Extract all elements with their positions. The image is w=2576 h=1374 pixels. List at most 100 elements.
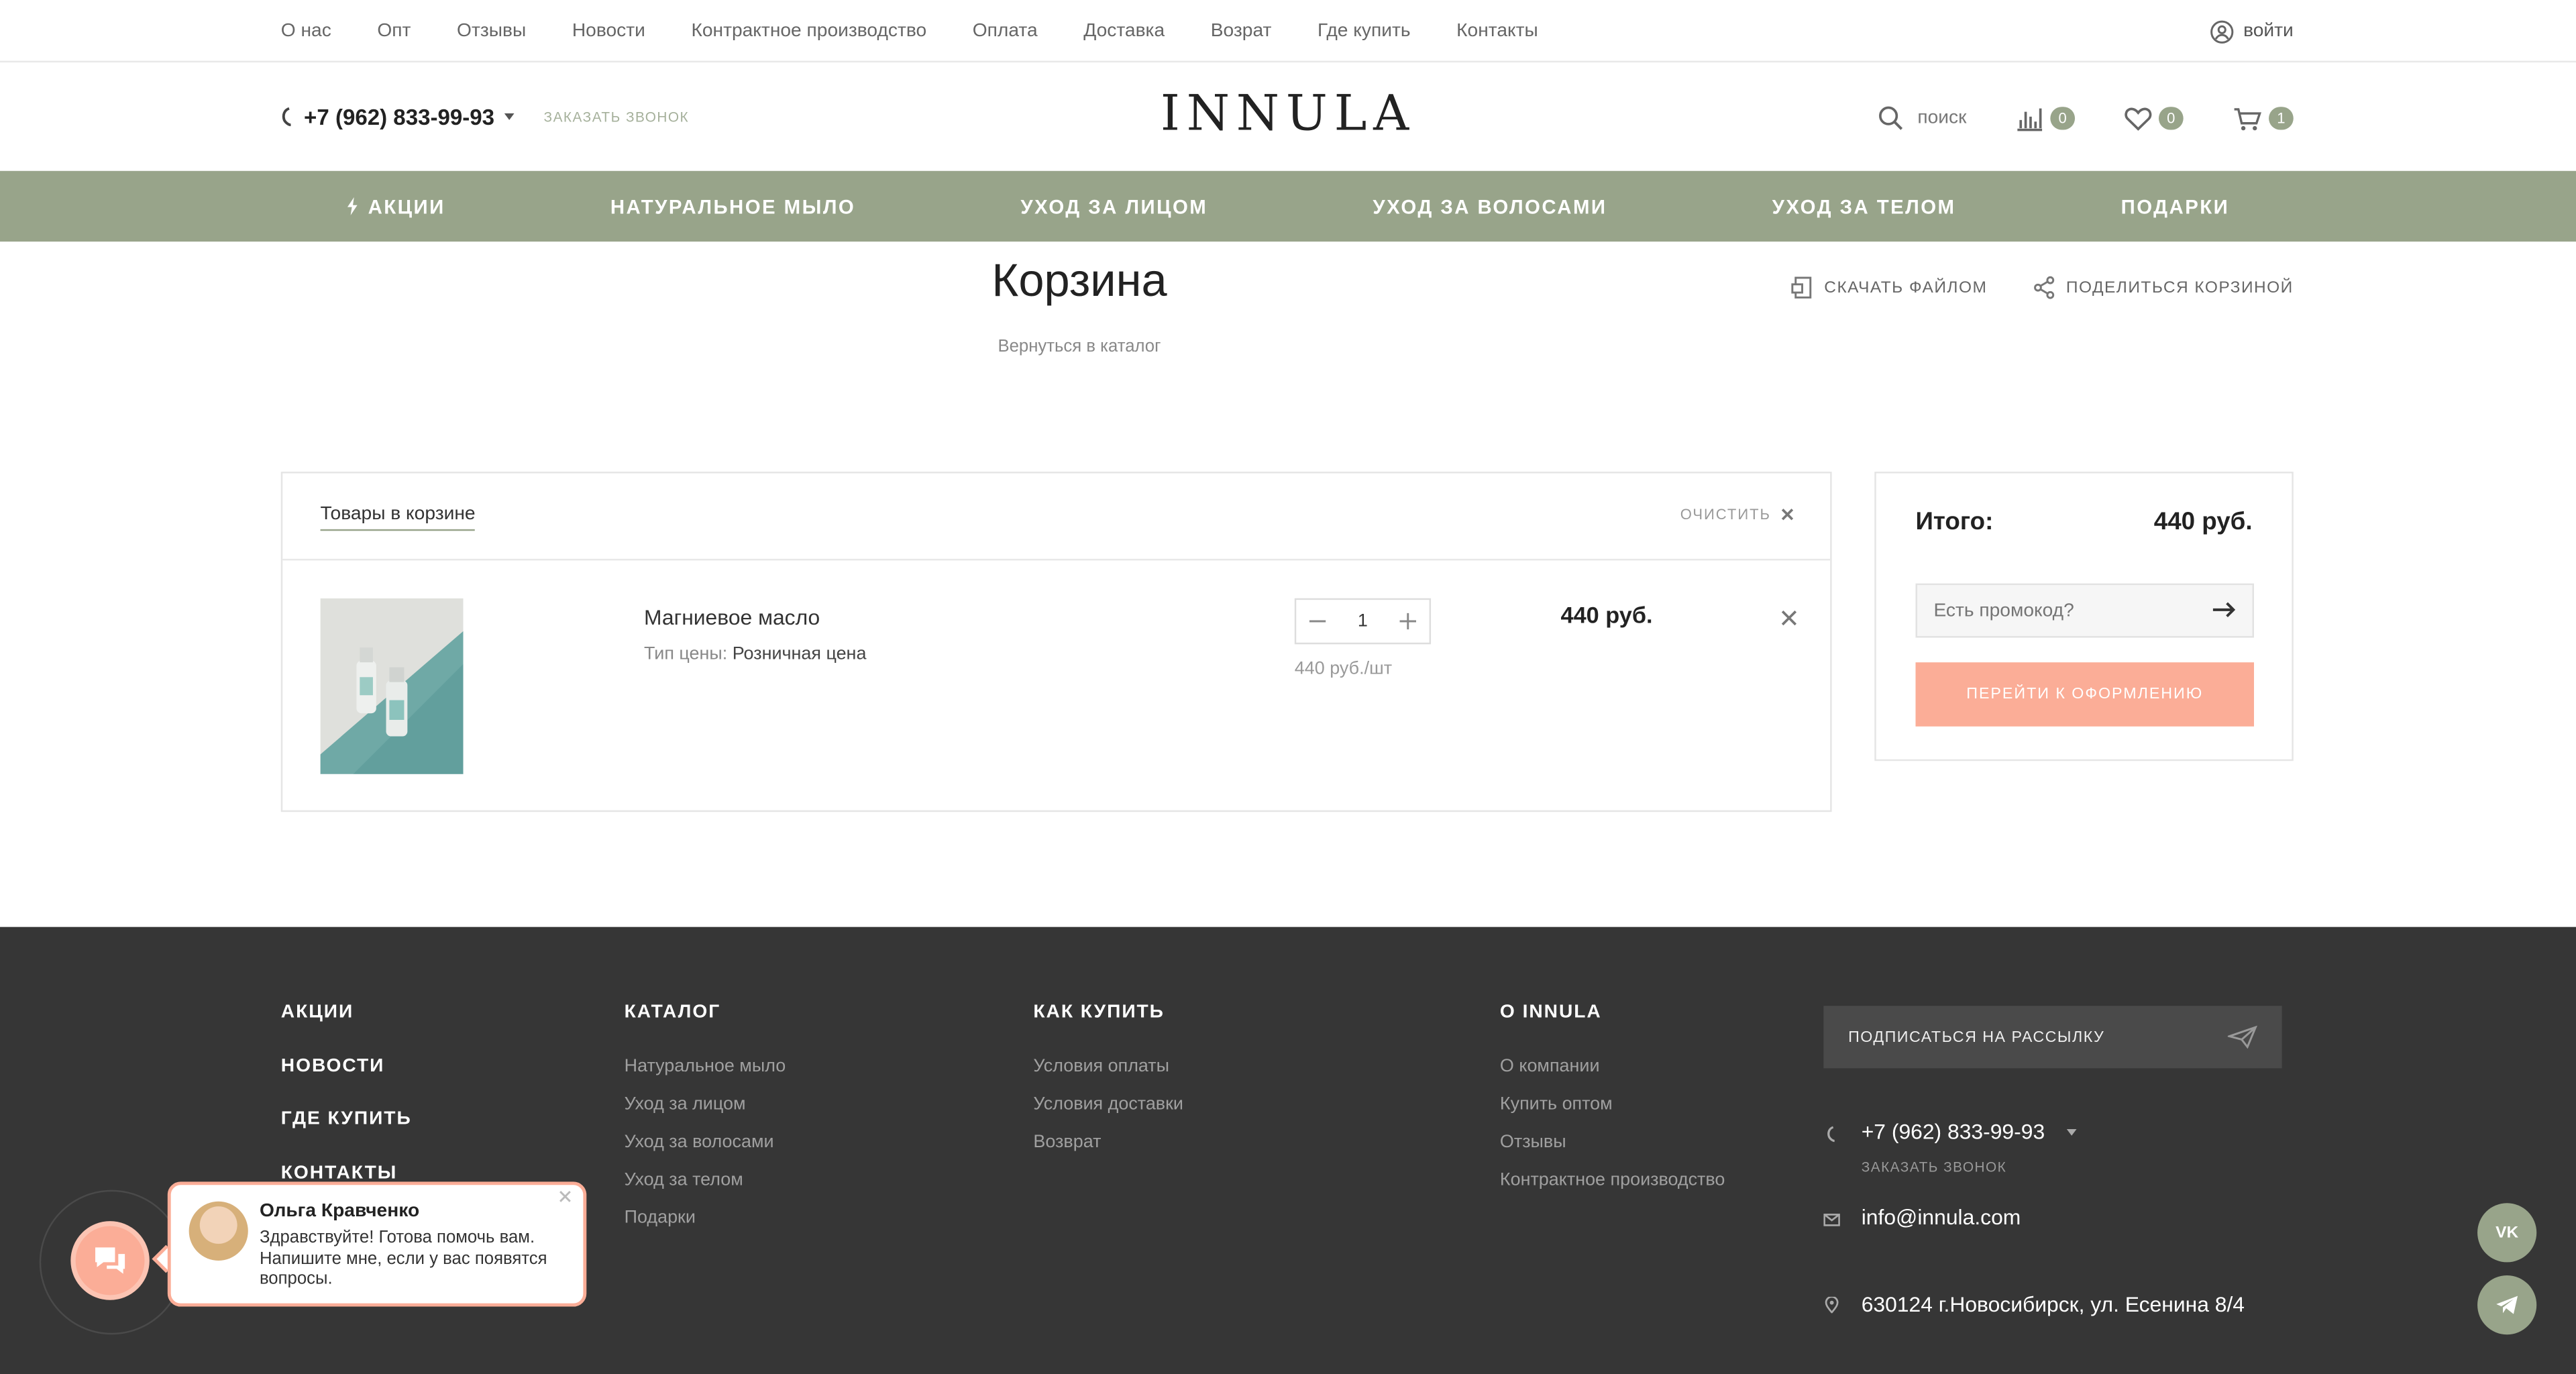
footer-link-return[interactable]: Возврат — [1033, 1132, 1101, 1152]
header-tools: поиск 0 0 1 — [1878, 95, 2294, 142]
footer-link-body-care[interactable]: Уход за телом — [625, 1170, 743, 1190]
download-file-button[interactable]: Скачать файлом — [1791, 276, 1987, 299]
favorites-button[interactable]: 0 — [2125, 106, 2184, 131]
footer-contacts-link[interactable]: Контакты — [281, 1163, 398, 1183]
download-file-label: Скачать файлом — [1824, 278, 1988, 297]
agent-name: Ольга Кравченко — [259, 1201, 420, 1222]
topnav-where-to-buy[interactable]: Где купить — [1318, 21, 1411, 41]
share-cart-label: Поделиться корзиной — [2065, 278, 2294, 297]
tab-cart-items[interactable]: Товары в корзине — [320, 505, 476, 531]
minus-icon[interactable] — [1309, 613, 1326, 629]
total-value: 440 руб. — [2153, 507, 2253, 536]
topnav-news[interactable]: Новости — [572, 21, 645, 41]
topnav-payment[interactable]: Оплата — [973, 21, 1038, 41]
search-button[interactable]: поиск — [1878, 105, 1966, 131]
search-icon — [1879, 106, 1903, 130]
menu-item-hair-care[interactable]: Уход за волосами — [1373, 195, 1607, 217]
menu-item-label: Уход за волосами — [1373, 195, 1607, 218]
heart-icon — [2125, 107, 2152, 130]
price-type-label: Тип цены: — [644, 644, 728, 664]
footer-link-hair-care[interactable]: Уход за волосами — [625, 1132, 774, 1152]
lightning-icon — [347, 197, 358, 215]
chevron-down-icon[interactable] — [2066, 1128, 2077, 1136]
product-image[interactable] — [320, 598, 464, 774]
chevron-down-icon[interactable] — [504, 113, 515, 120]
line-total: 440 руб. — [1560, 601, 1653, 628]
menu-item-gifts[interactable]: Подарки — [2121, 195, 2230, 217]
share-cart-button[interactable]: Поделиться корзиной — [2033, 276, 2294, 299]
subscribe-button[interactable]: Подписаться на рассылку — [1823, 1006, 2282, 1069]
cart-count-badge: 1 — [2269, 107, 2294, 130]
header-callback-link[interactable]: заказать звонок — [544, 109, 690, 125]
compare-icon — [2017, 107, 2043, 131]
agent-message: Здравствуйте! Готова помочь вам. Напишит… — [259, 1227, 547, 1289]
quantity-stepper: 1 — [1294, 598, 1432, 645]
share-icon — [2033, 276, 2054, 299]
login-label: войти — [2243, 21, 2294, 42]
chat-bubble[interactable]: Ольга Кравченко Здравствуйте! Готова пом… — [167, 1181, 587, 1307]
topnav-about[interactable]: О нас — [281, 21, 331, 41]
remove-item-icon[interactable] — [1781, 610, 1797, 626]
send-icon — [2227, 1025, 2257, 1049]
checkout-button[interactable]: Перейти к оформлению — [1915, 662, 2255, 727]
footer-link-contract[interactable]: Контрактное производство — [1500, 1170, 1725, 1190]
top-nav: О нас Опт Отзывы Новости Контрактное про… — [281, 0, 1538, 62]
mail-icon — [1823, 1214, 1840, 1226]
menu-item-promotions[interactable]: Акции — [347, 195, 445, 218]
apply-promo-button[interactable] — [2205, 592, 2245, 628]
telegram-button[interactable] — [2477, 1275, 2537, 1335]
unit-price: 440 руб./шт — [1294, 659, 1393, 679]
cart-actions: Скачать файлом Поделиться корзиной — [1791, 276, 2293, 299]
telegram-icon — [2496, 1296, 2518, 1314]
topnav-contract[interactable]: Контрактное производство — [691, 21, 926, 41]
footer-promotions-link[interactable]: Акции — [281, 1002, 354, 1022]
footer-link-wholesale[interactable]: Купить оптом — [1500, 1095, 1613, 1114]
header-phone[interactable]: +7 (962) 833-99-93 — [304, 105, 494, 129]
favorites-count-badge: 0 — [2158, 107, 2184, 130]
footer-link-reviews[interactable]: Отзывы — [1500, 1132, 1566, 1152]
compare-button[interactable]: 0 — [2016, 106, 2076, 131]
file-icon — [1792, 276, 1813, 299]
promo-code-input[interactable] — [1915, 583, 2255, 638]
footer-callback-link[interactable]: заказать звонок — [1862, 1159, 2007, 1175]
agent-avatar — [189, 1201, 248, 1261]
product-name-link[interactable]: Магниевое масло — [644, 605, 820, 630]
footer-news-link[interactable]: Новости — [281, 1057, 385, 1076]
vk-button[interactable]: VK — [2477, 1203, 2537, 1263]
footer-catalog-heading[interactable]: Каталог — [625, 1002, 721, 1022]
back-to-catalog-link[interactable]: Вернуться в каталог — [915, 337, 1244, 356]
footer-link-face-care[interactable]: Уход за лицом — [625, 1095, 746, 1114]
footer-link-company[interactable]: О компании — [1500, 1057, 1600, 1076]
footer-phone[interactable]: +7 (962) 833-99-93 — [1862, 1119, 2045, 1144]
menu-item-label: Уход за телом — [1772, 195, 1956, 218]
cart-button[interactable]: 1 — [2233, 106, 2294, 131]
clear-cart-button[interactable]: очистить — [1680, 507, 1794, 523]
topnav-return[interactable]: Возрат — [1211, 21, 1272, 41]
menu-item-body-care[interactable]: Уход за телом — [1772, 195, 1956, 217]
menu-item-natural-soap[interactable]: Натуральное мыло — [610, 195, 855, 217]
footer-link-delivery[interactable]: Условия доставки — [1033, 1095, 1183, 1114]
footer-link-gifts[interactable]: Подарки — [625, 1208, 696, 1228]
menu-item-face-care[interactable]: Уход за лицом — [1020, 195, 1208, 217]
footer-about-heading[interactable]: О INNULA — [1500, 1002, 1602, 1022]
topnav-contacts[interactable]: Контакты — [1456, 21, 1538, 41]
menu-item-label: Акции — [368, 195, 445, 218]
topnav-delivery[interactable]: Доставка — [1083, 21, 1165, 41]
subscribe-label: Подписаться на рассылку — [1848, 1028, 2105, 1047]
topnav-wholesale[interactable]: Опт — [377, 21, 411, 41]
plus-icon[interactable] — [1399, 613, 1417, 630]
footer: Акции Новости Где купить Контакты Катало… — [0, 927, 2576, 1374]
chat-button[interactable] — [70, 1221, 150, 1300]
footer-where-to-buy-link[interactable]: Где купить — [281, 1110, 412, 1129]
footer-link-payment[interactable]: Условия оплаты — [1033, 1057, 1169, 1076]
close-icon[interactable] — [559, 1190, 572, 1204]
footer-email[interactable]: info@innula.com — [1862, 1205, 2021, 1230]
topnav-reviews[interactable]: Отзывы — [457, 21, 526, 41]
login-link[interactable]: войти — [2209, 0, 2294, 62]
location-pin-icon — [1825, 1296, 1839, 1314]
footer-link-natural-soap[interactable]: Натуральное мыло — [625, 1057, 786, 1076]
logo[interactable]: INNULA — [1051, 85, 1524, 143]
footer-how-to-buy-heading[interactable]: Как купить — [1033, 1002, 1164, 1022]
quantity-value[interactable]: 1 — [1358, 611, 1368, 631]
price-type: Тип цены: Розничная цена — [644, 644, 866, 664]
